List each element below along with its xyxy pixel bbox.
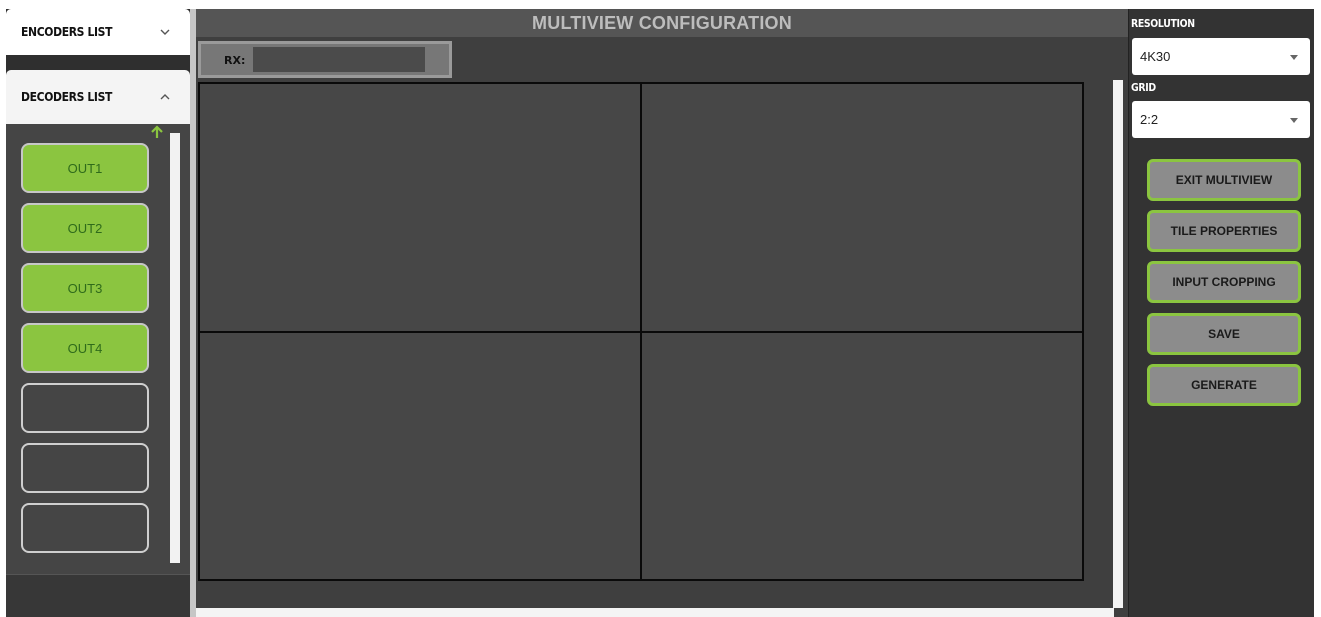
grid-tile-top-left[interactable] <box>199 83 641 332</box>
left-panel-footer <box>6 574 192 617</box>
accordion-gap <box>6 55 192 69</box>
decoder-empty-slot-button[interactable] <box>21 503 149 553</box>
arrow-up-icon[interactable] <box>151 125 163 141</box>
workspace-vertical-scrollbar[interactable] <box>1113 80 1123 608</box>
rx-bar: RX: <box>198 41 452 78</box>
decoder-out3-button[interactable]: OUT3 <box>21 263 149 313</box>
resolution-select[interactable]: 4K30 <box>1132 38 1310 75</box>
title-bar: MULTIVIEW CONFIGURATION <box>196 9 1128 37</box>
caret-down-icon <box>1290 118 1298 123</box>
multiview-grid <box>198 82 1084 581</box>
grid-tile-top-right[interactable] <box>641 83 1083 332</box>
generate-button[interactable]: GENERATE <box>1147 364 1301 406</box>
input-cropping-button[interactable]: INPUT CROPPING <box>1147 261 1301 303</box>
encoders-list-header[interactable]: ENCODERS LIST <box>6 9 190 55</box>
scrollbar-corner <box>1114 608 1128 617</box>
rx-input[interactable] <box>253 47 425 72</box>
window-edge <box>1314 9 1321 617</box>
decoder-empty-slot-button[interactable] <box>21 383 149 433</box>
chevron-up-icon[interactable] <box>160 92 170 102</box>
encoders-list-label: ENCODERS LIST <box>21 25 113 39</box>
save-button[interactable]: SAVE <box>1147 313 1301 355</box>
exit-multiview-button[interactable]: EXIT MULTIVIEW <box>1147 159 1301 201</box>
tile-properties-button[interactable]: TILE PROPERTIES <box>1147 210 1301 252</box>
grid-select[interactable]: 2:2 <box>1132 101 1310 138</box>
grid-tile-bottom-right[interactable] <box>641 331 1083 580</box>
resolution-value: 4K30 <box>1140 49 1171 64</box>
decoder-out2-button[interactable]: OUT2 <box>21 203 149 253</box>
decoder-empty-slot-button[interactable] <box>21 443 149 493</box>
decoders-list: OUT1 OUT2 OUT3 OUT4 <box>6 124 192 574</box>
decoders-scrollbar[interactable] <box>170 133 180 563</box>
multiview-workspace: MULTIVIEW CONFIGURATION RX: <box>196 9 1128 608</box>
resolution-label: RESOLUTION <box>1131 17 1195 30</box>
decoder-out4-button[interactable]: OUT4 <box>21 323 149 373</box>
rx-label: RX: <box>224 54 246 67</box>
grid-value: 2:2 <box>1140 112 1159 127</box>
decoders-list-header[interactable]: DECODERS LIST <box>6 70 190 124</box>
left-panel: ENCODERS LIST DECODERS LIST OUT1 OUT2 OU… <box>6 9 192 617</box>
decoders-list-label: DECODERS LIST <box>21 90 113 104</box>
right-panel: RESOLUTION 4K30 GRID 2:2 EXIT MULTIVIEW … <box>1128 9 1314 617</box>
decoder-out1-button[interactable]: OUT1 <box>21 143 149 193</box>
workspace-horizontal-scrollbar[interactable] <box>196 608 1114 617</box>
page-title: MULTIVIEW CONFIGURATION <box>532 12 792 33</box>
caret-down-icon <box>1290 55 1298 60</box>
grid-tile-bottom-left[interactable] <box>199 331 641 580</box>
chevron-down-icon[interactable] <box>160 27 170 37</box>
grid-label: GRID <box>1131 81 1156 94</box>
